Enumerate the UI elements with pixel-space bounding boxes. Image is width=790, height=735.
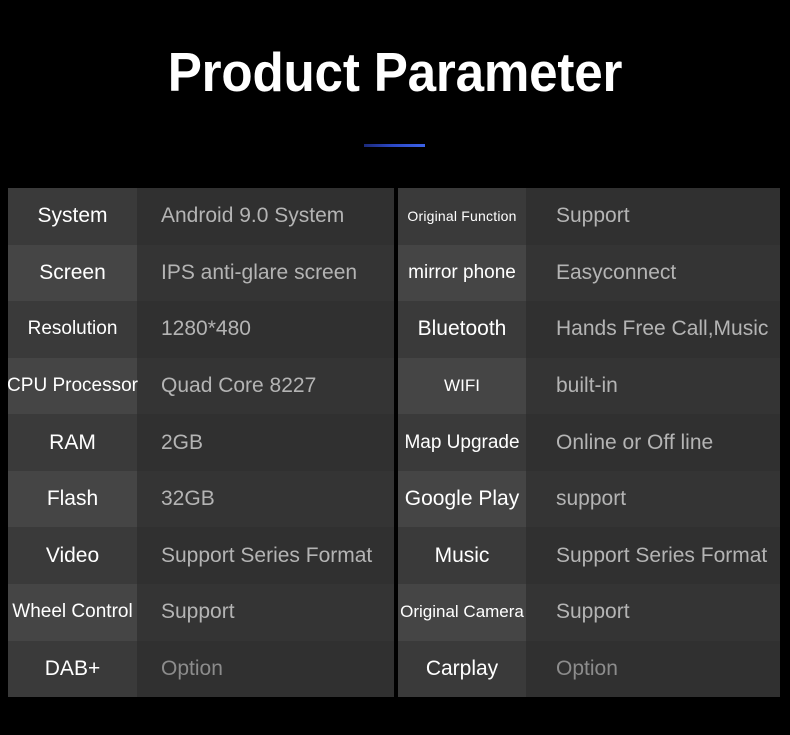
spec-value: Support Series Format <box>137 527 394 584</box>
spec-label: DAB+ <box>8 640 137 698</box>
spec-value: Android 9.0 System <box>137 188 394 245</box>
spec-tables: System Android 9.0 System Screen IPS ant… <box>0 188 790 698</box>
spec-value: IPS anti-glare screen <box>137 244 394 302</box>
table-row: Bluetooth Hands Free Call,Music <box>398 301 780 358</box>
table-row: System Android 9.0 System <box>8 188 394 245</box>
table-row: Map Upgrade Online or Off line <box>398 414 780 471</box>
spec-value: Online or Off line <box>526 414 780 471</box>
spec-label: Original Function <box>398 188 526 245</box>
table-row: DAB+ Option <box>8 640 394 698</box>
spec-value: Quad Core 8227 <box>137 357 394 415</box>
table-row: Screen IPS anti-glare screen <box>8 244 394 302</box>
spec-label: Resolution <box>8 301 137 358</box>
table-row: Original Function Support <box>398 188 780 245</box>
spec-label: WIFI <box>398 357 526 415</box>
spec-value: 2GB <box>137 414 394 471</box>
spec-value: 32GB <box>137 470 394 528</box>
table-row: RAM 2GB <box>8 414 394 471</box>
spec-value: Option <box>526 640 780 698</box>
spec-value: Hands Free Call,Music <box>526 301 780 358</box>
spec-value: Easyconnect <box>526 244 780 302</box>
spec-value: Support <box>137 583 394 641</box>
spec-label: Wheel Control <box>8 583 137 641</box>
spec-value: Support <box>526 188 780 245</box>
spec-label: Screen <box>8 244 137 302</box>
spec-label: Bluetooth <box>398 301 526 358</box>
spec-table-left: System Android 9.0 System Screen IPS ant… <box>7 188 394 698</box>
spec-value: Option <box>137 640 394 698</box>
spec-label: Google Play <box>398 470 526 528</box>
table-row: Flash 32GB <box>8 470 394 528</box>
spec-value: support <box>526 470 780 528</box>
spec-label: CPU Processor <box>7 357 138 415</box>
page-header: Product Parameter <box>0 0 790 188</box>
spec-label: Music <box>398 527 526 584</box>
table-row: Music Support Series Format <box>398 527 780 584</box>
table-row: WIFI built-in <box>398 357 780 415</box>
spec-label: Video <box>8 527 137 584</box>
spec-label: Carplay <box>398 640 526 698</box>
spec-label: mirror phone <box>398 244 526 302</box>
spec-value: built-in <box>526 357 780 415</box>
table-row: Google Play support <box>398 470 780 528</box>
spec-value: Support <box>526 583 780 641</box>
table-row: Video Support Series Format <box>8 527 394 584</box>
table-row: Wheel Control Support <box>8 583 394 641</box>
spec-value: 1280*480 <box>137 301 394 358</box>
spec-label: System <box>8 188 137 245</box>
title-accent-underline <box>364 144 425 147</box>
table-row: Carplay Option <box>398 640 780 698</box>
page-title: Product Parameter <box>167 41 623 103</box>
table-row: Original Camera Support <box>398 583 780 641</box>
table-row: mirror phone Easyconnect <box>398 244 780 302</box>
product-parameter-page: Product Parameter System Android 9.0 Sys… <box>0 0 790 735</box>
spec-label: RAM <box>8 414 137 471</box>
spec-value: Support Series Format <box>526 527 780 584</box>
spec-label: Map Upgrade <box>398 414 526 471</box>
spec-table-right: Original Function Support mirror phone E… <box>398 188 780 698</box>
table-row: Resolution 1280*480 <box>8 301 394 358</box>
spec-label: Flash <box>8 470 137 528</box>
spec-label: Original Camera <box>398 583 526 641</box>
table-row: CPU Processor Quad Core 8227 <box>7 357 394 415</box>
